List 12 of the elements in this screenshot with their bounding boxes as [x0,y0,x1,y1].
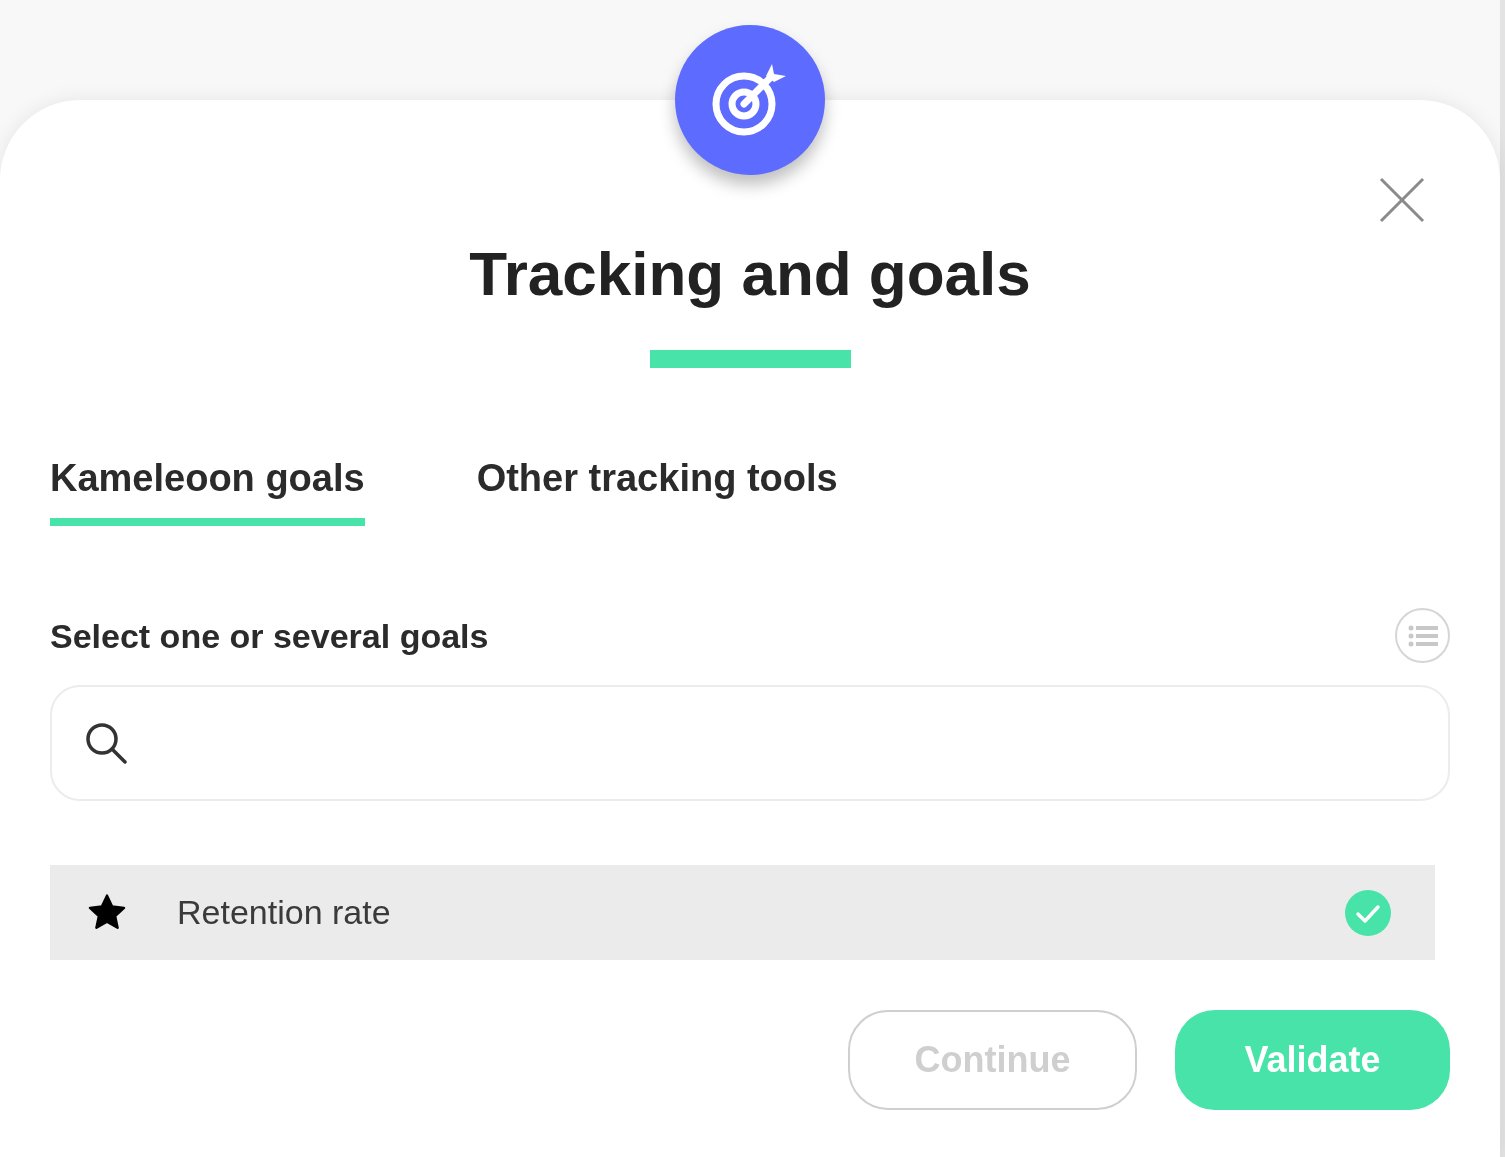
list-icon [1407,624,1438,647]
tab[interactable]: Other tracking tools [476,456,838,526]
tab[interactable]: Kameleoon goals [50,456,365,526]
search-field[interactable] [50,685,1450,801]
goal-name: Retention rate [177,892,392,933]
dialog-title: Tracking and goals [469,238,1031,310]
check-icon [1345,889,1391,936]
section-label: Select one or several goals [50,615,489,656]
goal-row[interactable]: Retention rate [50,865,1435,960]
star-icon[interactable] [87,893,127,932]
close-button[interactable] [1379,177,1425,223]
search-icon [85,722,127,764]
